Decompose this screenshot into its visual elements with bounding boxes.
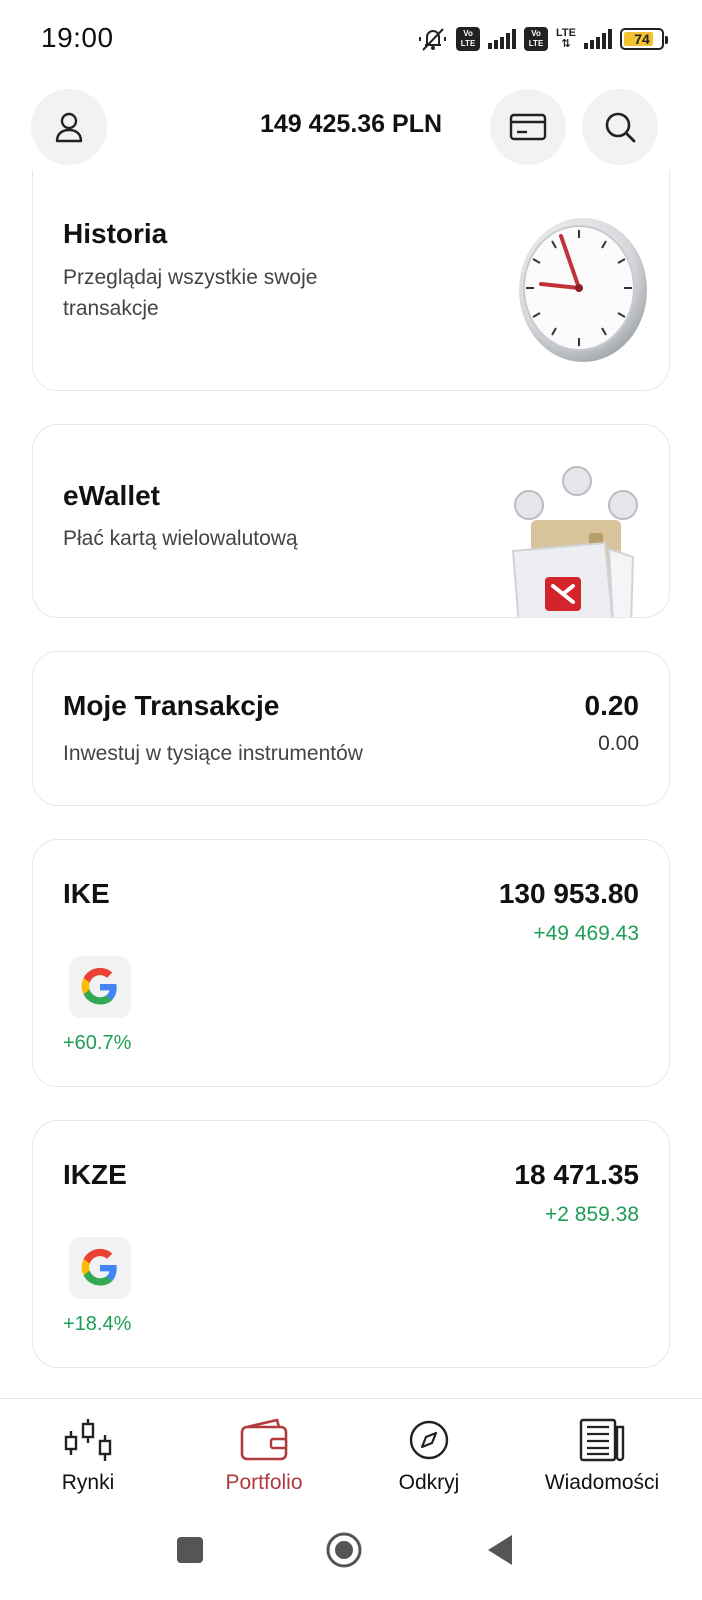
status-bar: 19:00 Vo LTE Vo LTE LTE ⇅ 74 (0, 0, 702, 76)
wallet-coins-icon (511, 466, 638, 617)
google-icon (81, 967, 117, 1005)
signal-icon (488, 29, 517, 49)
bottom-nav: Rynki Portfolio Odkryj Wiadomości (0, 1398, 702, 1508)
ewallet-title: eWallet (63, 480, 160, 511)
recents-icon[interactable] (176, 1536, 204, 1564)
nav-item-odkryj[interactable]: Odkryj (354, 1415, 504, 1495)
google-icon (81, 1248, 117, 1286)
ikze-title: IKZE (63, 1159, 127, 1190)
ikze-holding-logo[interactable] (69, 1237, 131, 1299)
wallet-icon (240, 1418, 288, 1461)
historia-card[interactable]: Historia Przeglądaj wszystkie swoje tran… (32, 170, 670, 391)
user-icon (55, 112, 83, 143)
volte-icon: Vo LTE (456, 27, 481, 51)
ike-amount: 130 953.80 (498, 878, 639, 909)
ike-holding-pct: +60.7% (63, 1032, 132, 1054)
nav-item-rynki[interactable]: Rynki (13, 1415, 163, 1495)
nav-item-wiadomosci[interactable]: Wiadomości (527, 1415, 677, 1495)
ike-title: IKE (63, 878, 110, 909)
volte-icon-2: Vo LTE (524, 27, 549, 51)
nav-label-wiadomosci: Wiadomości (544, 1471, 660, 1494)
historia-subtitle: Przeglądaj wszystkie swoje transakcje (63, 266, 318, 320)
signal-icon-2 (584, 29, 612, 49)
lte-indicator: LTE ⇅ (556, 27, 576, 50)
search-icon (605, 112, 636, 143)
battery-icon: 74 (620, 28, 668, 50)
candlestick-icon (64, 1419, 112, 1461)
moje-transakcje-card[interactable]: Moje Transakcje Inwestuj w tysiące instr… (32, 651, 670, 806)
nav-item-portfolio[interactable]: Portfolio (189, 1415, 339, 1495)
moje-transakcje-change: 0.00 (598, 732, 639, 755)
ike-change: +49 469.43 (533, 922, 639, 945)
back-icon[interactable] (486, 1533, 514, 1567)
credit-card-icon (509, 113, 547, 141)
status-icons: Vo LTE Vo LTE LTE ⇅ 74 (418, 24, 668, 54)
ikze-change: +2 859.38 (544, 1203, 639, 1226)
muted-bell-icon (418, 25, 448, 53)
battery-level: 74 (634, 31, 650, 47)
profile-button[interactable] (31, 89, 107, 165)
nav-label-odkryj: Odkryj (398, 1471, 460, 1494)
status-time: 19:00 (41, 22, 114, 53)
clock-icon (519, 218, 647, 362)
ewallet-subtitle: Płać kartą wielowalutową (63, 527, 298, 550)
ewallet-card[interactable]: eWallet Płać kartą wielowalutową (32, 424, 670, 618)
system-nav-bar (0, 1520, 702, 1590)
home-icon[interactable] (325, 1531, 363, 1569)
account-balance: 149 425.36 PLN (259, 110, 443, 138)
nav-label-portfolio: Portfolio (225, 1471, 303, 1494)
ike-card[interactable]: IKE 130 953.80 +49 469.43 +60.7% (32, 839, 670, 1087)
ikze-holding-pct: +18.4% (63, 1313, 132, 1335)
nav-label-rynki: Rynki (61, 1471, 115, 1494)
compass-icon (409, 1420, 449, 1460)
cards-button[interactable] (490, 89, 566, 165)
historia-title: Historia (63, 218, 168, 249)
moje-transakcje-title: Moje Transakcje (63, 690, 280, 721)
ikze-card[interactable]: IKZE 18 471.35 +2 859.38 +18.4% (32, 1120, 670, 1368)
search-button[interactable] (582, 89, 658, 165)
ike-holding-logo[interactable] (69, 956, 131, 1018)
moje-transakcje-subtitle: Inwestuj w tysiące instrumentów (63, 742, 363, 765)
moje-transakcje-amount: 0.20 (584, 690, 640, 721)
ikze-amount: 18 471.35 (514, 1159, 639, 1190)
newspaper-icon (579, 1418, 625, 1462)
